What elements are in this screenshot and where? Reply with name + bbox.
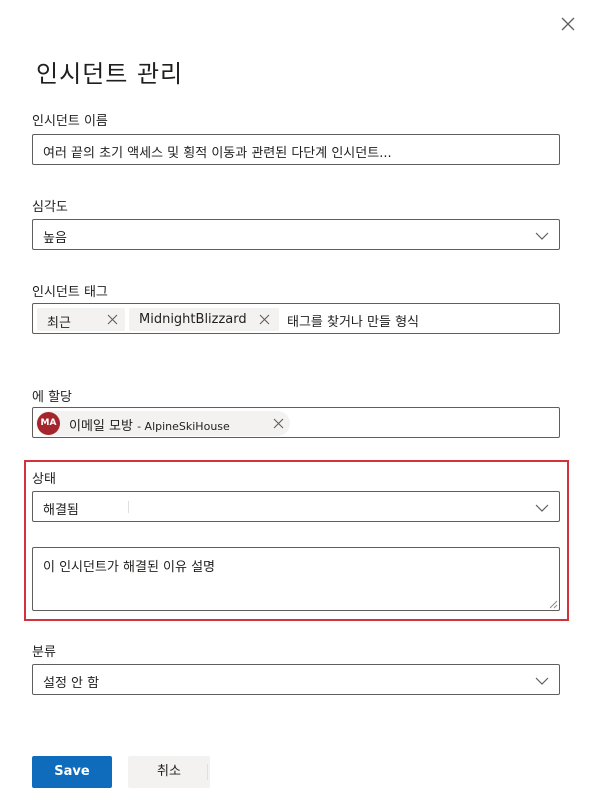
resize-handle-icon[interactable] xyxy=(549,600,558,609)
incident-tags-picker[interactable]: 최근 MidnightBlizzard 태그를 찾거나 만들 형식 xyxy=(32,303,560,334)
persona-name: 이메일 모방 - AlpineSkiHouse xyxy=(69,415,230,434)
incident-name-value: 여러 끝의 초기 액세스 및 횡적 이동과 관련된 다단계 인시던트... xyxy=(43,146,392,161)
divider xyxy=(128,501,129,513)
classification-label: 분류 xyxy=(32,645,56,660)
persona-display-name: 이메일 모방 xyxy=(69,419,133,434)
chevron-down-icon xyxy=(535,677,549,685)
remove-tag-icon[interactable] xyxy=(107,314,118,325)
save-button[interactable]: Save xyxy=(32,756,112,788)
status-label: 상태 xyxy=(32,472,56,487)
cancel-button[interactable]: 취소 xyxy=(128,756,210,788)
severity-label: 심각도 xyxy=(32,200,68,215)
chevron-down-icon xyxy=(535,504,549,512)
persona-org: - AlpineSkiHouse xyxy=(137,420,230,433)
assign-label: 에 할당 xyxy=(32,390,73,405)
tag-label: MidnightBlizzard xyxy=(139,312,247,327)
severity-value: 높음 xyxy=(43,231,67,246)
tag-chip: 최근 xyxy=(37,308,125,331)
incident-name-label: 인시던트 이름 xyxy=(32,114,108,129)
remove-tag-icon[interactable] xyxy=(259,314,270,325)
severity-dropdown[interactable]: 높음 xyxy=(32,219,560,250)
assign-people-picker[interactable]: MA 이메일 모방 - AlpineSkiHouse xyxy=(32,407,560,438)
close-icon xyxy=(561,17,575,31)
resolution-comment-placeholder: 이 인시던트가 해결된 이유 설명 xyxy=(43,560,216,575)
divider xyxy=(207,764,208,780)
tag-search-placeholder[interactable]: 태그를 찾거나 만들 형식 xyxy=(287,311,419,330)
incident-tags-label: 인시던트 태그 xyxy=(32,285,108,300)
incident-name-input[interactable]: 여러 끝의 초기 액세스 및 횡적 이동과 관련된 다단계 인시던트... xyxy=(32,134,560,165)
remove-persona-icon[interactable] xyxy=(273,418,284,429)
avatar: MA xyxy=(37,412,60,435)
tag-label: 최근 xyxy=(47,316,71,331)
cancel-label: 취소 xyxy=(157,764,181,779)
tag-chip: MidnightBlizzard xyxy=(129,308,279,331)
panel-title: 인시던트 관리 xyxy=(36,60,184,88)
classification-value: 설정 안 함 xyxy=(43,676,100,691)
close-button[interactable] xyxy=(556,12,580,36)
status-dropdown[interactable]: 해결됨 xyxy=(32,491,560,522)
classification-dropdown[interactable]: 설정 안 함 xyxy=(32,664,560,695)
chevron-down-icon xyxy=(535,232,549,240)
assigned-persona: MA 이메일 모방 - AlpineSkiHouse xyxy=(36,411,290,436)
status-value: 해결됨 xyxy=(43,503,79,518)
resolution-comment-textarea[interactable]: 이 인시던트가 해결된 이유 설명 xyxy=(32,547,560,611)
